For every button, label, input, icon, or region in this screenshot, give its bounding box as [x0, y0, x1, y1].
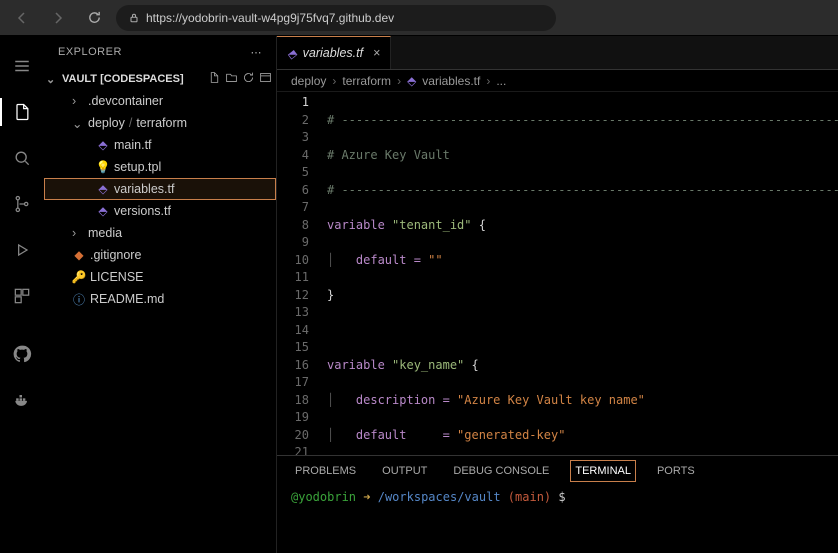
editor-tab[interactable]: ⬘ variables.tf × — [277, 36, 391, 69]
tree-file-license[interactable]: 🔑LICENSE — [44, 266, 276, 288]
activity-menu[interactable] — [0, 44, 44, 88]
activity-docker[interactable] — [0, 378, 44, 422]
tree-file-setup-tpl[interactable]: 💡setup.tpl — [44, 156, 276, 178]
editor-tab-bar: ⬘ variables.tf × — [277, 36, 838, 70]
tree-file-variables-tf[interactable]: ⬘variables.tf — [44, 178, 276, 200]
new-folder-icon[interactable] — [225, 71, 238, 87]
info-icon: ⓘ — [72, 291, 86, 308]
bulb-icon: 💡 — [96, 160, 110, 174]
activity-search[interactable] — [0, 136, 44, 180]
tree-file-readme[interactable]: ⓘREADME.md — [44, 288, 276, 310]
chevron-down-icon: ⌄ — [72, 116, 84, 131]
tree-folder-devcontainer[interactable]: ›.devcontainer — [44, 90, 276, 112]
key-icon: 🔑 — [72, 270, 86, 284]
panel-tab-output[interactable]: OUTPUT — [378, 461, 431, 481]
lock-icon — [128, 12, 140, 24]
code-content: # --------------------------------------… — [319, 92, 838, 455]
tree-folder-media[interactable]: ›media — [44, 222, 276, 244]
breadcrumb[interactable]: deploy› terraform› ⬘variables.tf› ... — [277, 70, 838, 92]
address-bar[interactable]: https://yodobrin-vault-w4pg9j75fvq7.gith… — [116, 5, 556, 31]
terminal[interactable]: @yodobrin ➜ /workspaces/vault (main) $ — [277, 486, 838, 553]
collapse-icon[interactable] — [259, 71, 272, 87]
tree-file-gitignore[interactable]: ◆.gitignore — [44, 244, 276, 266]
explorer-section-header[interactable]: ⌄ VAULT [CODESPACES] — [44, 68, 276, 90]
activity-extensions[interactable] — [0, 274, 44, 318]
nav-forward-button[interactable] — [44, 4, 72, 32]
panel-tab-terminal[interactable]: TERMINAL — [571, 461, 635, 481]
activity-explorer[interactable] — [0, 90, 44, 134]
url-text: https://yodobrin-vault-w4pg9j75fvq7.gith… — [146, 11, 394, 25]
git-icon: ◆ — [72, 248, 86, 262]
nav-reload-button[interactable] — [80, 4, 108, 32]
activity-bar — [0, 36, 44, 553]
new-file-icon[interactable] — [208, 71, 221, 87]
panel-tab-problems[interactable]: PROBLEMS — [291, 461, 360, 481]
sidebar-more-icon[interactable]: ⋯ — [251, 46, 263, 59]
tree-file-versions-tf[interactable]: ⬘versions.tf — [44, 200, 276, 222]
nav-back-button[interactable] — [8, 4, 36, 32]
activity-debug[interactable] — [0, 228, 44, 272]
code-editor[interactable]: 1234567891011121314151617181920212223242… — [277, 92, 838, 455]
activity-github[interactable] — [0, 332, 44, 376]
terraform-icon: ⬘ — [96, 182, 110, 196]
panel-tab-debug[interactable]: DEBUG CONSOLE — [449, 461, 553, 481]
browser-toolbar: https://yodobrin-vault-w4pg9j75fvq7.gith… — [0, 0, 838, 36]
panel-tab-ports[interactable]: PORTS — [653, 461, 699, 481]
tree-file-main-tf[interactable]: ⬘main.tf — [44, 134, 276, 156]
sidebar-title: EXPLORER — [58, 46, 122, 58]
terraform-icon: ⬘ — [96, 138, 110, 152]
terraform-icon: ⬘ — [96, 204, 110, 218]
tab-filename: variables.tf — [303, 46, 363, 60]
line-number-gutter: 1234567891011121314151617181920212223242… — [277, 92, 319, 455]
explorer-sidebar: EXPLORER ⋯ ⌄ VAULT [CODESPACES] ›.devcon… — [44, 36, 277, 553]
refresh-icon[interactable] — [242, 71, 255, 87]
chevron-down-icon: ⌄ — [46, 73, 58, 86]
tree-folder-deploy[interactable]: ⌄deploy / terraform — [44, 112, 276, 134]
activity-source-control[interactable] — [0, 182, 44, 226]
workspace-name: VAULT [CODESPACES] — [62, 73, 184, 85]
bottom-panel: PROBLEMS OUTPUT DEBUG CONSOLE TERMINAL P… — [277, 455, 838, 553]
terraform-icon: ⬘ — [407, 74, 416, 88]
chevron-right-icon: › — [72, 226, 84, 240]
close-icon[interactable]: × — [373, 46, 380, 60]
terraform-icon: ⬘ — [287, 46, 297, 61]
chevron-right-icon: › — [72, 94, 84, 108]
